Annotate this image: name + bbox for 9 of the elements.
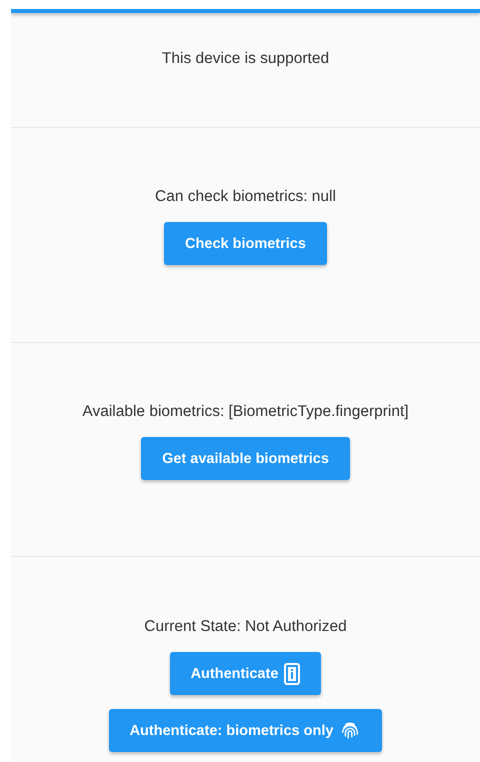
status-text: This device is supported	[162, 50, 330, 68]
status-text: Current State: Not Authorized	[144, 618, 347, 636]
action-button[interactable]: Authenticate: biometrics only	[108, 709, 382, 752]
action-button[interactable]: Get available biometrics	[141, 437, 350, 480]
status-text: Can check biometrics: null	[155, 188, 336, 206]
action-button[interactable]: Authenticate	[170, 652, 322, 695]
status-text: Available biometrics: [BiometricType.fingerprint]	[82, 403, 409, 421]
phone-info-icon	[284, 662, 300, 684]
action-button[interactable]: Check biometrics	[164, 222, 327, 265]
